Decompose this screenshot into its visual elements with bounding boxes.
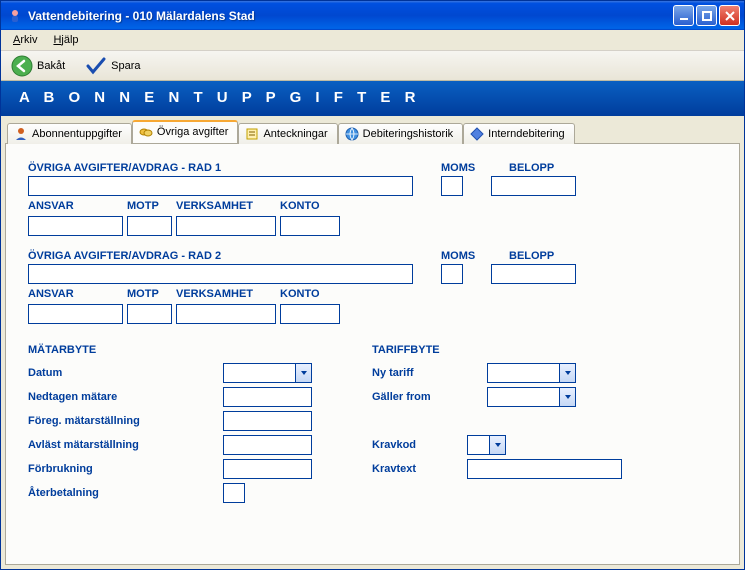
aterbetalning-label: Återbetalning — [28, 487, 223, 499]
foreg-input[interactable] — [223, 411, 312, 431]
save-label: Spara — [111, 60, 140, 72]
back-label: Bakåt — [37, 60, 65, 72]
nytariff-input[interactable] — [487, 363, 559, 383]
tab-ovriga-avgifter[interactable]: Övriga avgifter — [132, 120, 239, 143]
content-area: Abonnentuppgifter Övriga avgifter Anteck… — [1, 116, 744, 569]
avlast-label: Avläst mätarställning — [28, 439, 223, 451]
gallerfrom-input[interactable] — [487, 387, 559, 407]
row2-moms-label: MOMS — [441, 250, 481, 262]
gallerfrom-label: Gäller from — [372, 391, 487, 403]
foreg-label: Föreg. mätarställning — [28, 415, 223, 427]
row1-konto-label: KONTO — [280, 200, 340, 212]
tab-anteckningar[interactable]: Anteckningar — [238, 123, 337, 144]
tab-panel-ovriga-avgifter: ÖVRIGA AVGIFTER/AVDRAG - RAD 1 MOMS BELO… — [5, 143, 740, 565]
avlast-input[interactable] — [223, 435, 312, 455]
row2-description-input[interactable] — [28, 264, 413, 284]
checkmark-icon — [85, 55, 107, 77]
row2-verksamhet-input[interactable] — [176, 304, 276, 324]
coins-icon — [139, 125, 153, 139]
datum-input[interactable] — [223, 363, 295, 383]
tabstrip: Abonnentuppgifter Övriga avgifter Anteck… — [5, 120, 740, 143]
datum-dropdown-button[interactable] — [295, 363, 312, 383]
tariffbyte-section: TARIFFBYTE Ny tariff Gäller from — [372, 344, 622, 506]
row1-ansvar-label: ANSVAR — [28, 200, 123, 212]
tariffbyte-heading: TARIFFBYTE — [372, 344, 622, 356]
row1-motp-input[interactable] — [127, 216, 172, 236]
back-arrow-icon — [11, 55, 33, 77]
row1-verksamhet-input[interactable] — [176, 216, 276, 236]
tab-debiteringshistorik[interactable]: Debiteringshistorik — [338, 123, 463, 144]
row1-belopp-label: BELOPP — [509, 162, 554, 174]
aterbetalning-input[interactable] — [223, 483, 245, 503]
row2-motp-input[interactable] — [127, 304, 172, 324]
forbrukning-label: Förbrukning — [28, 463, 223, 475]
page-title: A B O N N E N T U P P G I F T E R — [1, 81, 744, 116]
kravkod-dropdown-button[interactable] — [489, 435, 506, 455]
row1-konto-input[interactable] — [280, 216, 340, 236]
kravtext-input[interactable] — [467, 459, 622, 479]
gallerfrom-dropdown-button[interactable] — [559, 387, 576, 407]
close-button[interactable] — [719, 5, 740, 26]
globe-icon — [345, 127, 359, 141]
row1-belopp-input[interactable] — [491, 176, 576, 196]
save-button[interactable]: Spara — [81, 53, 144, 79]
back-button[interactable]: Bakåt — [7, 53, 69, 79]
row2-title: ÖVRIGA AVGIFTER/AVDRAG - RAD 2 — [28, 250, 413, 262]
window-controls — [673, 5, 740, 26]
minimize-button[interactable] — [673, 5, 694, 26]
app-window: Vattendebitering - 010 Mälardalens Stad … — [0, 0, 745, 570]
row1-description-input[interactable] — [28, 176, 413, 196]
datum-label: Datum — [28, 367, 223, 379]
avgifter-rad2-block: ÖVRIGA AVGIFTER/AVDRAG - RAD 2 MOMS BELO… — [28, 250, 717, 324]
row2-moms-input[interactable] — [441, 264, 463, 284]
menu-arkiv[interactable]: Arkiv — [5, 32, 45, 48]
row2-verksamhet-label: VERKSAMHET — [176, 288, 276, 300]
diamond-icon — [470, 127, 484, 141]
notes-icon — [245, 127, 259, 141]
titlebar: Vattendebitering - 010 Mälardalens Stad — [1, 1, 744, 30]
row2-konto-input[interactable] — [280, 304, 340, 324]
toolbar: Bakåt Spara — [1, 51, 744, 81]
row1-title: ÖVRIGA AVGIFTER/AVDRAG - RAD 1 — [28, 162, 413, 174]
nytariff-dropdown-button[interactable] — [559, 363, 576, 383]
menu-hjalp[interactable]: Hjälp — [45, 32, 86, 48]
nytariff-label: Ny tariff — [372, 367, 487, 379]
row2-motp-label: MOTP — [127, 288, 172, 300]
row1-verksamhet-label: VERKSAMHET — [176, 200, 276, 212]
window-title: Vattendebitering - 010 Mälardalens Stad — [28, 9, 673, 23]
app-icon — [7, 8, 23, 24]
row2-belopp-label: BELOPP — [509, 250, 554, 262]
avgifter-rad1-block: ÖVRIGA AVGIFTER/AVDRAG - RAD 1 MOMS BELO… — [28, 162, 717, 236]
matarbyte-section: MÄTARBYTE Datum Nedtagen mätare Föreg. — [28, 344, 312, 506]
row2-ansvar-label: ANSVAR — [28, 288, 123, 300]
menubar: Arkiv Hjälp — [1, 30, 744, 51]
kravkod-label: Kravkod — [372, 439, 467, 451]
row2-belopp-input[interactable] — [491, 264, 576, 284]
person-icon — [14, 127, 28, 141]
kravkod-input[interactable] — [467, 435, 489, 455]
tab-abonnentuppgifter[interactable]: Abonnentuppgifter — [7, 123, 132, 144]
tab-interndebitering[interactable]: Interndebitering — [463, 123, 574, 144]
nedtagen-input[interactable] — [223, 387, 312, 407]
maximize-button[interactable] — [696, 5, 717, 26]
row1-moms-input[interactable] — [441, 176, 463, 196]
row1-ansvar-input[interactable] — [28, 216, 123, 236]
matarbyte-heading: MÄTARBYTE — [28, 344, 312, 356]
row2-ansvar-input[interactable] — [28, 304, 123, 324]
row1-motp-label: MOTP — [127, 200, 172, 212]
row1-moms-label: MOMS — [441, 162, 481, 174]
nedtagen-label: Nedtagen mätare — [28, 391, 223, 403]
kravtext-label: Kravtext — [372, 463, 467, 475]
forbrukning-input[interactable] — [223, 459, 312, 479]
row2-konto-label: KONTO — [280, 288, 340, 300]
